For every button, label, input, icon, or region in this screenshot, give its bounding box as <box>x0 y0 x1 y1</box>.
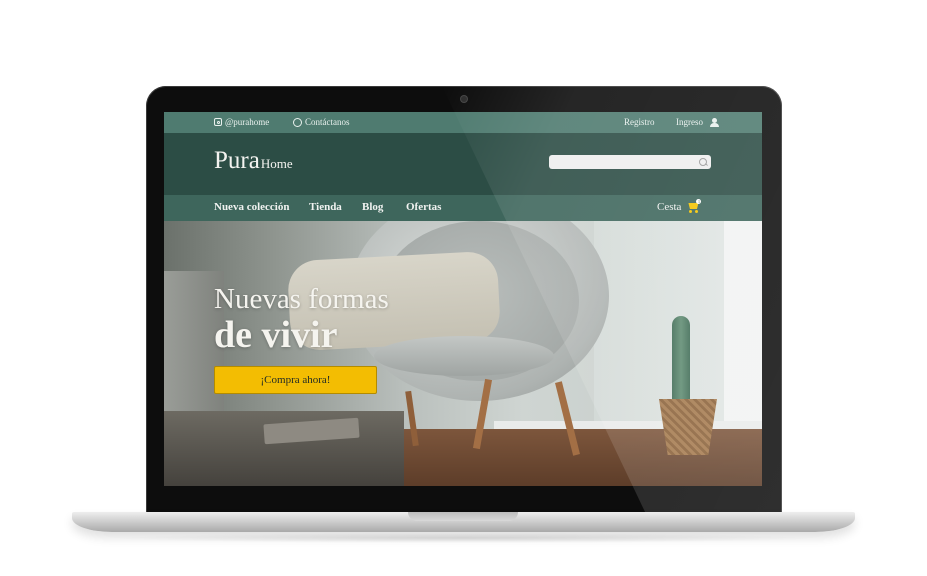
brand-name: Pura <box>214 147 260 174</box>
nav-item-ofertas[interactable]: Ofertas <box>406 201 441 213</box>
instagram-handle: @purahome <box>225 117 270 127</box>
login-link[interactable]: Ingreso <box>676 117 719 127</box>
hero-photo-window <box>724 221 762 431</box>
cart-label: Cesta <box>657 201 682 213</box>
top-bar: @purahome Contáctanos Registro Ingreso <box>164 112 762 133</box>
cart-icon: 1 <box>687 199 702 213</box>
search-input[interactable] <box>549 155 711 169</box>
cart-count-badge: 1 <box>696 199 702 204</box>
camera-icon <box>461 96 467 102</box>
screen: @purahome Contáctanos Registro Ingreso P… <box>164 112 762 486</box>
hero-headline-line1: Nuevas formas <box>214 283 389 315</box>
nav-item-blog[interactable]: Blog <box>362 201 383 213</box>
search-icon[interactable] <box>699 158 707 166</box>
laptop-shadow <box>110 533 817 543</box>
instagram-link[interactable]: @purahome <box>214 117 269 127</box>
shop-now-button[interactable]: ¡Compra ahora! <box>214 366 377 394</box>
whatsapp-contact-link[interactable]: Contáctanos <box>293 117 350 127</box>
cart-button[interactable]: Cesta 1 <box>657 199 702 213</box>
whatsapp-icon <box>293 117 302 127</box>
hero-photo-seat <box>374 336 554 376</box>
nav-item-tienda[interactable]: Tienda <box>309 201 342 213</box>
hero-headline-line2: de vivir <box>214 314 338 356</box>
hero-banner: Nuevas formas de vivir ¡Compra ahora! <box>164 221 762 486</box>
brand-logo[interactable]: PuraHome <box>214 147 293 175</box>
register-link[interactable]: Registro <box>624 117 655 127</box>
hero-photo-pot <box>659 399 717 455</box>
nav-item-nueva-coleccion[interactable]: Nueva colección <box>214 201 289 213</box>
site-header: PuraHome <box>164 133 762 195</box>
instagram-icon <box>214 118 222 126</box>
login-label: Ingreso <box>676 117 703 127</box>
register-label: Registro <box>624 117 655 127</box>
main-nav: Nueva colección Tienda Blog Ofertas Cest… <box>164 195 762 221</box>
brand-subname: Home <box>260 156 293 171</box>
hero-headline: Nuevas formas de vivir <box>214 283 389 355</box>
user-icon <box>710 117 719 127</box>
laptop-notch <box>408 512 518 521</box>
whatsapp-label: Contáctanos <box>305 117 350 127</box>
